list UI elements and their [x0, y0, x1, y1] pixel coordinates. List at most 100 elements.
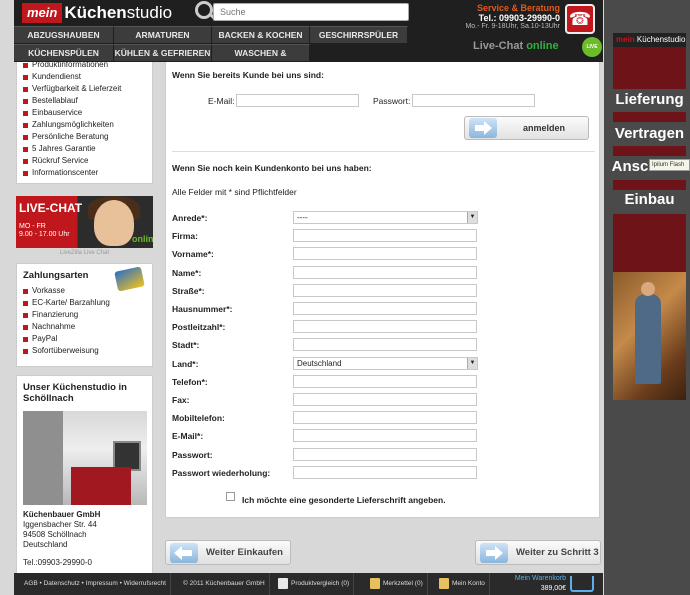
field-label: Passwort wiederholung: — [172, 467, 271, 478]
nav-backen-kochen[interactable]: BACKEN & KOCHEN — [212, 26, 310, 43]
field-label: Stadt*: — [172, 340, 200, 351]
field-select[interactable]: Deutschland ▼ — [293, 356, 478, 370]
field-input[interactable] — [293, 229, 477, 243]
field-label: Hausnummer*: — [172, 304, 233, 314]
nav-abzugshauben[interactable]: ABZUGSHAUBEN — [14, 26, 114, 43]
payment-item[interactable]: PayPal — [23, 333, 146, 345]
next-step-button[interactable]: Weiter zu Schritt 3 — [475, 540, 601, 565]
divider — [172, 151, 595, 152]
field-input[interactable] — [293, 447, 477, 461]
sidebar-info-item[interactable]: Produktinformationen — [23, 59, 146, 71]
service-contact: Service & Beratung Tel.: 09903-29990-0 M… — [444, 3, 560, 30]
right-banner-photo — [613, 272, 686, 400]
field-label: Telefon*: — [172, 376, 208, 387]
right-banner-strip — [613, 112, 686, 122]
nav-geschirrspueler[interactable]: GESCHIRRSPÜLER — [310, 26, 408, 43]
notes-link[interactable]: Merkzettel (0) — [366, 573, 428, 595]
field-label: Straße*: — [172, 285, 205, 296]
delivery-address-label: Ich möchte eine gesonderte Lieferschrift… — [242, 495, 446, 505]
field-label: Fax: — [172, 395, 190, 405]
login-email-label: E-Mail: — [208, 96, 235, 106]
studio-box: Unser Küchenstudio in Schöllnach Küchenb… — [16, 375, 153, 573]
login-password-input[interactable] — [412, 94, 535, 107]
service-title: Service & Beratung — [476, 3, 560, 13]
field-input[interactable] — [293, 247, 477, 261]
field-input[interactable] — [293, 393, 477, 406]
continue-shopping-button[interactable]: Weiter Einkaufen — [165, 540, 291, 565]
service-phone: Tel.: 09903-29990-0 — [478, 13, 560, 23]
field-label: Land*: — [172, 358, 199, 369]
nav-waschen-trocknen[interactable]: WASCHEN & TROCKNEN — [212, 44, 310, 75]
search-input[interactable] — [213, 3, 409, 21]
field-label: Postleitzahl*: — [172, 322, 226, 333]
footer-copyright: © 2011 Küchenbauer GmbH — [179, 573, 270, 595]
field-label: Name*: — [172, 267, 202, 278]
footer-bar: AGB • Datenschutz • Impressum • Widerruf… — [14, 573, 603, 595]
right-banner-word-2: Vertragen — [614, 125, 685, 142]
field-input[interactable] — [293, 374, 477, 388]
sidebar-info-item[interactable]: Kundendienst — [23, 71, 146, 83]
sidebar-info-item[interactable]: Verfügbarkeit & Lieferzeit — [23, 83, 146, 95]
right-banner-word-1: Lieferung — [615, 91, 684, 108]
field-label: Passwort: — [172, 449, 213, 460]
sidebar-info-item[interactable]: Rückruf Service — [23, 155, 146, 167]
right-banner-word-4: Einbau — [624, 191, 675, 208]
payment-item[interactable]: Sofortüberweisung — [23, 345, 146, 357]
login-password-label: Passwort: — [373, 96, 411, 106]
studio-title: Unser Küchenstudio in Schöllnach — [23, 382, 127, 404]
account-link[interactable]: Mein Konto — [435, 573, 490, 595]
field-label: Vorname*: — [172, 249, 214, 260]
right-banner-strip — [613, 180, 686, 190]
field-label: Mobiltelefon: — [172, 413, 225, 424]
phone-icon: ☎ — [565, 4, 595, 34]
payment-item[interactable]: EC-Karte/ Barzahlung — [23, 297, 146, 309]
payment-item[interactable]: Finanzierung — [23, 309, 146, 321]
right-banner-logo: mein Küchenstudio — [613, 33, 686, 47]
company-city: 94508 Schöllnach — [23, 530, 87, 539]
sidebar-info-item[interactable]: Informationscenter — [23, 167, 146, 179]
field-label: Anrede*: — [172, 213, 208, 223]
field-input[interactable] — [293, 302, 477, 315]
field-input[interactable] — [293, 283, 477, 297]
footer-links[interactable]: AGB • Datenschutz • Impressum • Widerruf… — [20, 573, 171, 595]
compare-link[interactable]: Produktvergleich (0) — [274, 573, 355, 595]
sidebar-info-item[interactable]: Persönliche Beratung — [23, 131, 146, 143]
studio-photo[interactable] — [23, 411, 147, 505]
livechat-link[interactable]: Live-Chat online — [473, 40, 559, 52]
login-button[interactable]: anmelden — [464, 116, 589, 140]
chevron-down-icon: ▼ — [467, 212, 477, 223]
register-heading: Wenn Sie noch kein Kundenkonto bei uns h… — [172, 163, 372, 173]
field-input[interactable] — [293, 320, 477, 334]
required-note: Alle Felder mit * sind Pflichtfelder — [172, 187, 297, 197]
sidebar-info-item[interactable]: 5 Jahres Garantie — [23, 143, 146, 155]
cart-link[interactable]: Mein Warenkorb 389,00€ — [506, 574, 566, 594]
login-heading: Wenn Sie bereits Kunde bei uns sind: — [172, 70, 324, 80]
sidebar-info-item[interactable]: Bestellablauf — [23, 95, 146, 107]
cart-icon[interactable] — [570, 576, 594, 592]
field-input[interactable] — [293, 411, 477, 425]
login-email-input[interactable] — [236, 94, 359, 107]
arrow-right-icon — [469, 118, 497, 138]
right-banner-word-3: Ansc — [611, 158, 649, 175]
livechat-banner[interactable]: LIVE-CHAT MO - FR9.00 - 17.00 Uhr online — [16, 196, 153, 248]
service-hours: Mo.- Fr. 9-18Uhr, Sa.10-13Uhr — [465, 23, 560, 30]
payment-item[interactable]: Nachnahme — [23, 321, 146, 333]
sidebar-info-item[interactable]: Zahlungsmöglichkeiten — [23, 119, 146, 131]
site-logo[interactable]: mein Küchen studio — [22, 2, 172, 24]
field-input[interactable] — [293, 338, 477, 352]
field-label: E-Mail*: — [172, 431, 204, 442]
company-country: Deutschland — [23, 540, 68, 549]
field-input[interactable] — [293, 265, 477, 279]
livechat-icon[interactable]: LIVE CHAT — [582, 37, 602, 70]
delivery-address-checkbox[interactable] — [226, 492, 235, 501]
field-input[interactable] — [293, 465, 477, 479]
info-menu: Produktinformationen Kundendienst Verfügba… — [16, 59, 153, 184]
livezilla-label: LiveZilla Live Chat — [59, 250, 110, 256]
flash-tooltip: Ipilum Flash — [649, 159, 690, 171]
field-select[interactable]: ---- ▼ — [293, 211, 478, 224]
search-icon[interactable] — [195, 1, 213, 19]
field-input[interactable] — [293, 429, 477, 443]
sidebar-info-item[interactable]: Einbauservice — [23, 107, 146, 119]
nav-armaturen[interactable]: ARMATUREN — [114, 26, 212, 43]
notepad-icon — [370, 577, 380, 589]
